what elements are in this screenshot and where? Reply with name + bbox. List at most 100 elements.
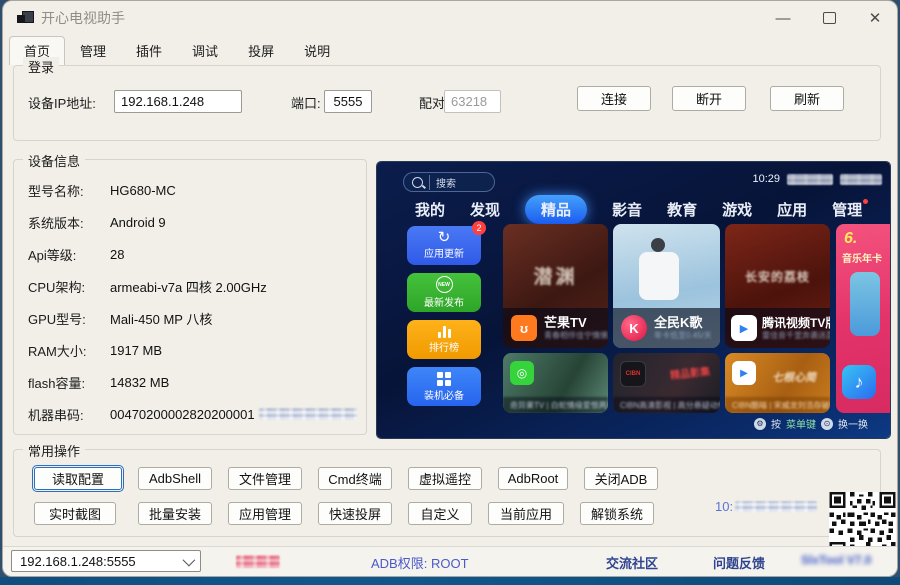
mango-info-bar: ʊ 芒果TV 青春相伴佳宁情愫难忘 [503,308,608,348]
device-row-model: 型号名称:HG680-MC [28,174,358,206]
card-music-promo: 6. 音乐年卡 ♪ [836,224,890,413]
music-promo-art [850,272,880,336]
tv-clock: 10:29 [752,173,780,185]
tencent-poster-title: 长安的荔枝 [725,268,830,285]
tv-search-box: 搜索 [403,172,495,192]
title-bar: 开心电视助手 [3,1,897,35]
tv-status-censored-2 [840,174,882,185]
qiyiguo-icon: ◎ [510,361,534,385]
activation-time-text: 10: [715,499,817,514]
adb-permission-text: ADB权限: ROOT [371,553,469,572]
community-link[interactable]: 交流社区 [606,553,658,572]
kumiao-poster-title: 七根心简 [772,369,816,385]
refresh-circle-icon: ↻ [438,231,451,244]
menu-key-text: 菜单键 [786,416,816,431]
device-info-group: 设备信息 型号名称:HG680-MC 系统版本:Android 9 Api等级:… [13,159,367,435]
tv-status-censored-1 [787,174,833,185]
card-karaoke: K 全民K歌 年卡低至0.45/天 [613,224,720,348]
bar-chart-icon [438,325,451,338]
red-dot-badge [863,199,868,204]
file-manager-button[interactable]: 文件管理 [228,467,302,490]
pair-code-input[interactable] [444,90,501,113]
device-info-rows: 型号名称:HG680-MC 系统版本:Android 9 Api等级:28 CP… [28,174,358,430]
tile-latest-release: NEW 最新发布 [407,273,481,312]
device-info-group-label: 设备信息 [23,151,85,170]
screenshot-button[interactable]: 实时截图 [34,502,116,525]
disconnect-button[interactable]: 断开 [672,86,746,111]
kumiao-play-icon: ▶ [732,361,756,385]
status-bar: 192.168.1.248:5555 ADB权限: ROOT 交流社区 问题反馈… [3,546,897,576]
connect-button[interactable]: 连接 [577,86,651,111]
music-promo-price: 6. [844,230,857,248]
tile-app-update: 2 ↻ 应用更新 [407,226,481,265]
tab-help[interactable]: 说明 [289,36,345,65]
port-label: 端口: [291,93,321,112]
qq-music-icon: ♪ [842,365,876,399]
tv-screen-preview[interactable]: 搜索 10:29 我的 发现 精品 影音 教育 游戏 应用 管理 福利社 2 ↻… [377,162,890,438]
ok-key-icon: ⊙ [821,418,833,430]
karaoke-figure-body [639,252,679,300]
tv-nav-apps: 应用 [777,199,807,220]
maximize-icon[interactable] [821,10,837,26]
refresh-button[interactable]: 刷新 [770,86,844,111]
device-row-os: 系统版本:Android 9 [28,206,358,238]
tv-hint-bar: ⚙ 按 菜单键 ⊙ 换一换 [754,416,868,431]
common-ops-group: 常用操作 读取配置 AdbShell 文件管理 Cmd终端 虚拟遥控 AdbRo… [13,449,881,537]
tv-side-tiles: 2 ↻ 应用更新 NEW 最新发布 排行榜 装机必备 [407,226,481,406]
app-window: 开心电视助手 — ✕ 首页 管理 插件 调试 投屏 说明 登录 设备IP地址: … [2,0,898,577]
cmd-terminal-button[interactable]: Cmd终端 [318,467,392,490]
login-group-label: 登录 [23,57,59,76]
card-kumiao: ▶ 七根心简 CIBN酷喵 | 宋威龙刘浩存破七重迷局 [725,353,830,413]
tab-plugins[interactable]: 插件 [121,36,177,65]
tab-cast[interactable]: 投屏 [233,36,289,65]
tv-nav-mine: 我的 [415,199,445,220]
chevron-down-icon [183,553,196,566]
ip-input[interactable] [114,90,242,113]
batch-install-button[interactable]: 批量安装 [138,502,212,525]
tv-nav-discover: 发现 [470,199,500,220]
virtual-remote-button[interactable]: 虚拟遥控 [408,467,482,490]
close-adb-button[interactable]: 关闭ADB [584,467,658,490]
app-manager-button[interactable]: 应用管理 [228,502,302,525]
ops-row-2: 实时截图 批量安装 应用管理 快速投屏 自定义 当前应用 解锁系统 [34,502,654,525]
tv-search-placeholder: 搜索 [429,175,456,190]
unlock-system-button[interactable]: 解锁系统 [580,502,654,525]
close-icon[interactable]: ✕ [867,10,883,26]
gear-icon: ⚙ [754,418,766,430]
new-badge-icon: NEW [436,276,453,293]
port-input[interactable] [324,90,372,113]
ip-label: 设备IP地址: [28,93,96,112]
status-censored-red-text [236,555,280,568]
cibn-caption: CIBN高清影视 | 高分悬疑动作合集 [613,397,720,413]
tab-manage[interactable]: 管理 [65,36,121,65]
quick-cast-button[interactable]: 快速投屏 [318,502,392,525]
login-group: 登录 设备IP地址: 端口: 配对码: 连接 断开 刷新 [13,65,881,141]
current-app-button[interactable]: 当前应用 [488,502,564,525]
desktop-taskbar-strip [0,577,900,585]
grid-icon [437,372,451,386]
adb-shell-button[interactable]: AdbShell [138,467,212,490]
device-row-serial: 机器串码:00470200002820200001 [28,398,358,430]
card-cibn-movies: CIBN 精品影集 CIBN高清影视 | 高分悬疑动作合集 [613,353,720,413]
feedback-link[interactable]: 问题反馈 [713,553,765,572]
tab-debug[interactable]: 调试 [177,36,233,65]
karaoke-figure-head [651,238,665,252]
tab-strip: 首页 管理 插件 调试 投屏 说明 [9,36,345,65]
mango-tv-icon: ʊ [511,315,537,341]
karaoke-icon: K [621,315,647,341]
adb-root-button[interactable]: AdbRoot [498,467,568,490]
tv-nav-media: 影音 [612,199,642,220]
tile-essential-apps: 装机必备 [407,367,481,406]
karaoke-info-bar: K 全民K歌 年卡低至0.45/天 [613,308,720,348]
read-config-button[interactable]: 读取配置 [34,467,122,490]
tile-ranking: 排行榜 [407,320,481,359]
tv-nav-manage: 管理 [832,199,868,220]
custom-button[interactable]: 自定义 [408,502,472,525]
device-select[interactable]: 192.168.1.248:5555 [11,550,201,572]
device-row-api: Api等级:28 [28,238,358,270]
minimize-icon[interactable]: — [775,10,791,26]
device-row-flash: flash容量:14832 MB [28,366,358,398]
ops-row-1: 读取配置 AdbShell 文件管理 Cmd终端 虚拟遥控 AdbRoot 关闭… [34,467,658,490]
time-censored [735,501,817,512]
kumiao-caption: CIBN酷喵 | 宋威龙刘浩存破七重迷局 [725,397,830,413]
